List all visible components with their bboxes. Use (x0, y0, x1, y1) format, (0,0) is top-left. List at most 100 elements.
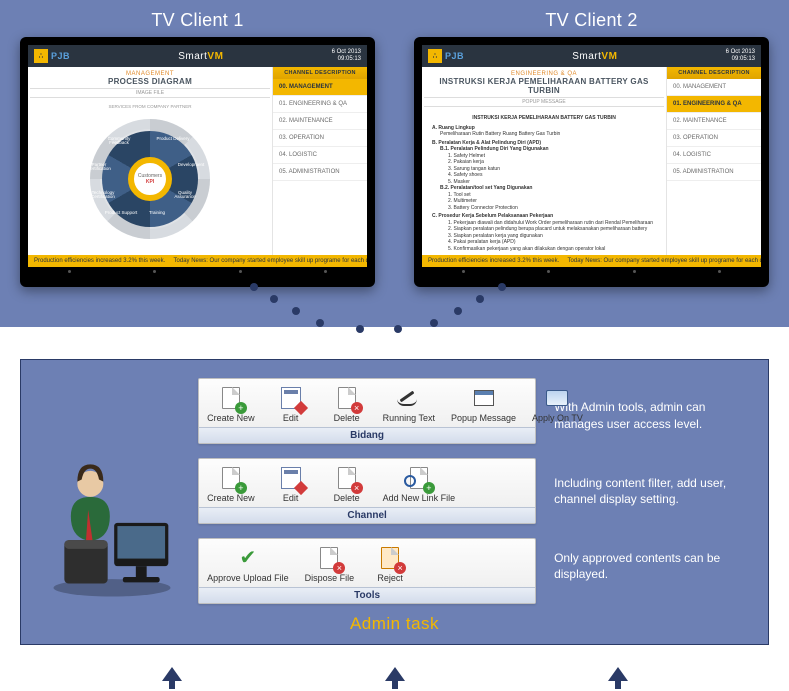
tv2-screen: ∴ PJB SmartVM 6 Oct 2013 09:05:13 ENGINE… (422, 45, 761, 267)
ring-outer-caption: SERVICES FROM COMPANY PARTNER (108, 104, 191, 109)
tv-hardware-buttons (28, 267, 367, 273)
note-edit-icon (278, 465, 304, 491)
running-text-button[interactable]: Running Text (375, 379, 443, 427)
doc-add-icon: + (218, 385, 244, 411)
button-label: Edit (271, 493, 311, 503)
note-edit-icon (278, 385, 304, 411)
tv2-ticker: Production efficiencies increased 3.2% t… (422, 255, 761, 267)
admin-toolbars: + Create New Edit × Delete Running Text Popup … (198, 378, 536, 604)
brand-label: SmartVM (464, 51, 726, 62)
toolbar-title: Bidang (199, 427, 535, 443)
doc-add-icon: + (218, 465, 244, 491)
button-label: Create New (207, 493, 255, 503)
button-label: Popup Message (451, 413, 516, 423)
tv1-topbar: ∴ PJB SmartVM 6 Oct 2013 09:05:13 (28, 45, 367, 67)
tv-client-1: TV Client 1 ∴ PJB SmartVM 6 Oct 2013 09:… (20, 10, 375, 287)
pjb-logo-icon: ∴ (428, 49, 442, 63)
tv-client-2: TV Client 2 ∴ PJB SmartVM 6 Oct 2013 09:… (414, 10, 769, 287)
tv2-title: INSTRUKSI KERJA PEMELIHARAAN BATTERY GAS… (424, 77, 664, 95)
dispose-file-button[interactable]: × Dispose File (297, 539, 363, 587)
edit-button[interactable]: Edit (263, 459, 319, 507)
toolbar-channel: + Create New Edit × Delete + Add New Link File… (198, 458, 536, 524)
channel-item[interactable]: 00. MANAGEMENT (667, 79, 761, 96)
button-label: Dispose File (305, 573, 355, 583)
edit-button[interactable]: Edit (263, 379, 319, 427)
admin-text: Including content filter, add user, chan… (554, 475, 746, 507)
arrow-up-icon (608, 667, 628, 681)
admin-text: Only approved contents can be displayed. (554, 550, 746, 582)
create-new-button[interactable]: + Create New (199, 379, 263, 427)
channel-item[interactable]: 03. OPERATION (273, 130, 367, 147)
toolbar-title: Tools (199, 587, 535, 603)
button-label: Delete (327, 413, 367, 423)
tv-icon (544, 385, 570, 411)
tv-clients-section: TV Client 1 ∴ PJB SmartVM 6 Oct 2013 09:… (0, 0, 789, 327)
tv2-document: INSTRUKSI KERJA PEMELIHARAAN BATTERY GAS… (422, 111, 666, 255)
datetime: 6 Oct 2013 09:05:13 (332, 49, 361, 62)
tv2-channel-list: CHANNEL DESCRIPTION 00. MANAGEMENT 01. E… (666, 67, 761, 255)
button-label: Approve Upload File (207, 573, 289, 583)
tv1-title: PROCESS DIAGRAM (30, 77, 270, 86)
doc-link-icon: + (406, 465, 432, 491)
tv1-channel-list: CHANNEL DESCRIPTION 00. MANAGEMENT 01. E… (272, 67, 367, 255)
add-new-link-file-button[interactable]: + Add New Link File (375, 459, 464, 507)
tv2-caption: TV Client 2 (414, 10, 769, 31)
pjb-logo-icon: ∴ (34, 49, 48, 63)
admin-text: With Admin tools, admin can manages user… (554, 399, 746, 431)
delete-button[interactable]: × Delete (319, 459, 375, 507)
reject-button[interactable]: ×Reject (362, 539, 418, 587)
channel-item[interactable]: 05. ADMINISTRATION (273, 164, 367, 181)
tv1-screen: ∴ PJB SmartVM 6 Oct 2013 09:05:13 MANAGE… (28, 45, 367, 267)
pen-icon (396, 385, 422, 411)
admin-card: + Create New Edit × Delete Running Text Popup … (20, 359, 769, 645)
admin-task-label: Admin task (43, 614, 746, 634)
channel-item[interactable]: 02. MAINTENANCE (273, 113, 367, 130)
channel-header: CHANNEL DESCRIPTION (273, 67, 367, 79)
tv1-subtitle: IMAGE FILE (30, 88, 270, 98)
channel-item[interactable]: 04. LOGISTIC (273, 147, 367, 164)
tv1-frame: ∴ PJB SmartVM 6 Oct 2013 09:05:13 MANAGE… (20, 37, 375, 287)
toolbar-bidang: + Create New Edit × Delete Running Text Popup … (198, 378, 536, 444)
tv2-topbar: ∴ PJB SmartVM 6 Oct 2013 09:05:13 (422, 45, 761, 67)
create-new-button[interactable]: + Create New (199, 459, 263, 507)
channel-item[interactable]: 00. MANAGEMENT (273, 79, 367, 96)
channel-item[interactable]: 03. OPERATION (667, 130, 761, 147)
button-label: Add New Link File (383, 493, 456, 503)
tv2-subtitle: POPUP MESSAGE (424, 97, 664, 107)
tv1-main: MANAGEMENT PROCESS DIAGRAM IMAGE FILE SE… (28, 67, 272, 255)
channel-header: CHANNEL DESCRIPTION (667, 67, 761, 79)
check-icon: ✔ (235, 545, 261, 571)
brand-label: SmartVM (70, 51, 332, 62)
arrow-up-icon (385, 667, 405, 681)
delete-button[interactable]: × Delete (319, 379, 375, 427)
tv2-frame: ∴ PJB SmartVM 6 Oct 2013 09:05:13 ENGINE… (414, 37, 769, 287)
pjb-logo-text: PJB (51, 51, 70, 61)
channel-item[interactable]: 02. MAINTENANCE (667, 113, 761, 130)
datetime: 6 Oct 2013 09:05:13 (726, 49, 755, 62)
admin-descriptions: With Admin tools, admin can manages user… (554, 378, 746, 604)
arrow-up-icon (162, 667, 182, 681)
channel-item[interactable]: 05. ADMINISTRATION (667, 164, 761, 181)
toolbar-title: Channel (199, 507, 535, 523)
channel-item[interactable]: 01. ENGINEERING & QA (273, 96, 367, 113)
tv1-caption: TV Client 1 (20, 10, 375, 31)
approve-upload-file-button[interactable]: ✔ Approve Upload File (199, 539, 297, 587)
doc-del-icon: × (316, 545, 342, 571)
button-label: Running Text (383, 413, 435, 423)
doc-reject-icon: × (377, 545, 403, 571)
upload-arrows (0, 645, 789, 691)
channel-item[interactable]: 04. LOGISTIC (667, 147, 761, 164)
ring-core: Customers KPI (128, 157, 172, 201)
button-label: Delete (327, 493, 367, 503)
doc-del-icon: × (334, 465, 360, 491)
button-label: Create New (207, 413, 255, 423)
popup-message-button[interactable]: Popup Message (443, 379, 524, 427)
tv-hardware-buttons (422, 267, 761, 273)
tv2-main: ENGINEERING & QA INSTRUKSI KERJA PEMELIH… (422, 67, 666, 255)
tv1-ticker: Production efficiencies increased 3.2% t… (28, 255, 367, 267)
pjb-logo-text: PJB (445, 51, 464, 61)
doc-del-icon: × (334, 385, 360, 411)
popup-icon (471, 385, 497, 411)
button-label: Edit (271, 413, 311, 423)
channel-item[interactable]: 01. ENGINEERING & QA (667, 96, 761, 113)
